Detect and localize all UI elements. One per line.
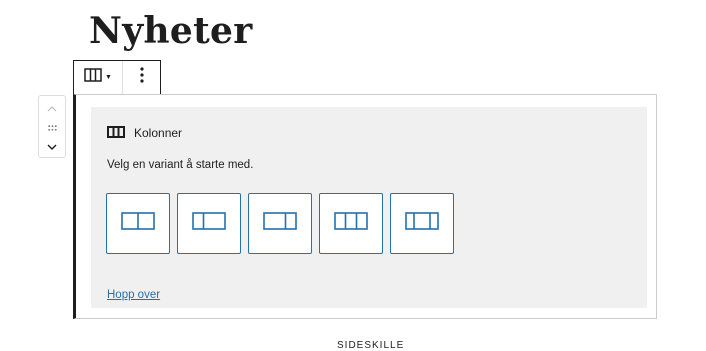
skip-link[interactable]: Hopp over — [107, 289, 160, 301]
move-down-button[interactable] — [39, 136, 65, 156]
page-break-label: SIDESKILLE — [337, 340, 405, 351]
chevron-up-icon — [47, 99, 57, 117]
more-options-button[interactable] — [123, 61, 160, 94]
columns-33-66-icon — [192, 212, 226, 235]
block-toolbar: ▼ — [73, 60, 161, 94]
block-movers — [38, 95, 66, 158]
page-title[interactable]: Nyheter — [89, 6, 253, 56]
placeholder-instructions: Velg en variant å starte med. — [107, 159, 254, 171]
drag-handle-icon — [47, 118, 57, 136]
variation-33-33-33-button[interactable] — [319, 193, 383, 254]
columns-50-50-icon — [121, 212, 155, 235]
columns-placeholder: Kolonner Velg en variant å starte med. H… — [91, 107, 647, 308]
columns-25-50-25-icon — [405, 212, 439, 235]
chevron-down-icon — [47, 137, 57, 155]
block-label: Kolonner — [134, 126, 183, 140]
variation-66-33-button[interactable] — [248, 193, 312, 254]
columns-block[interactable]: Kolonner Velg en variant å starte med. H… — [73, 94, 657, 319]
drag-handle[interactable] — [39, 117, 65, 137]
placeholder-label: Kolonner — [107, 123, 182, 143]
columns-66-33-icon — [263, 212, 297, 235]
more-vertical-icon — [139, 67, 144, 88]
columns-33-33-33-icon — [334, 212, 368, 235]
variation-50-50-button[interactable] — [106, 193, 170, 254]
variation-33-66-button[interactable] — [177, 193, 241, 254]
chevron-down-icon: ▼ — [105, 74, 112, 81]
columns-icon — [84, 68, 102, 87]
columns-icon — [107, 125, 125, 141]
move-up-button[interactable] — [39, 98, 65, 118]
variation-picker — [106, 193, 454, 254]
block-switcher-button[interactable]: ▼ — [74, 61, 123, 94]
variation-25-50-25-button[interactable] — [390, 193, 454, 254]
